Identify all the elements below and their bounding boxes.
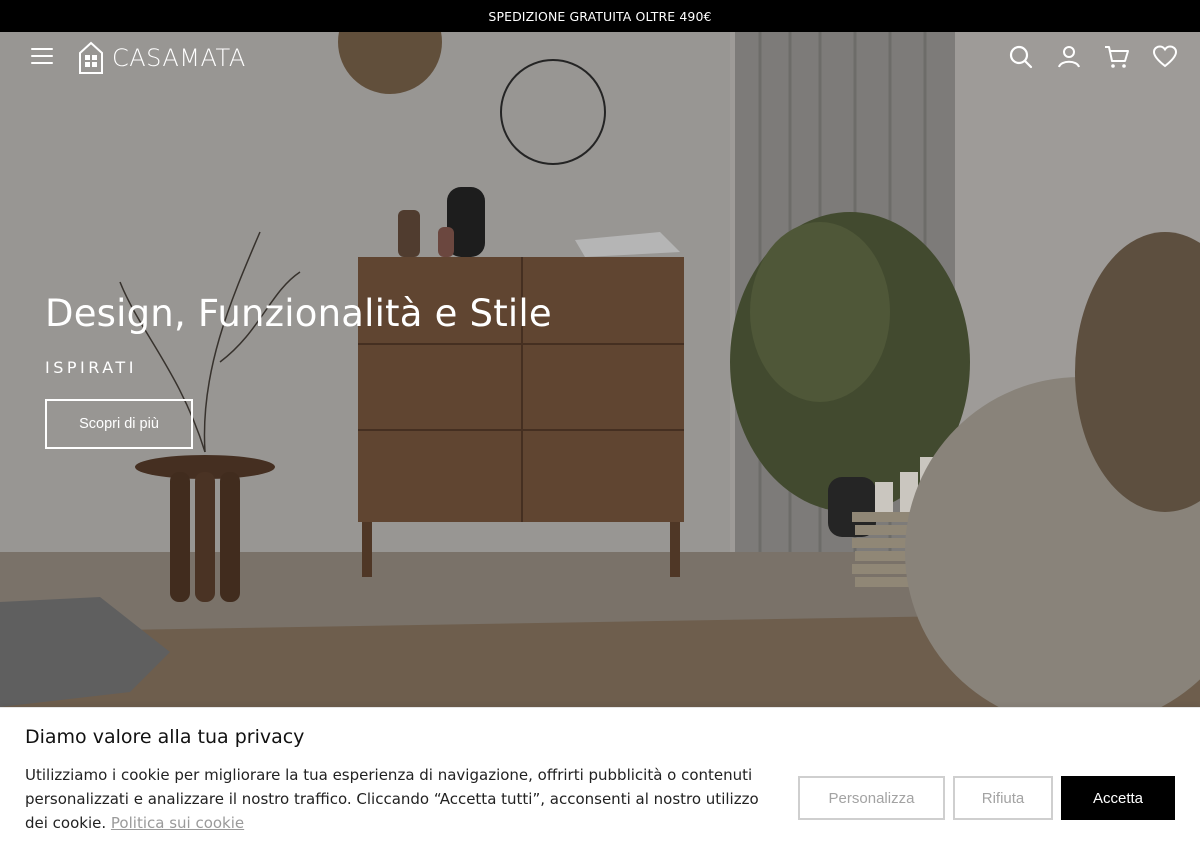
discover-more-button[interactable]: Scopri di più bbox=[45, 399, 193, 449]
user-icon[interactable] bbox=[1056, 44, 1082, 70]
hero-title: Design, Funzionalità e Stile bbox=[45, 292, 552, 335]
customize-button[interactable]: Personalizza bbox=[798, 776, 945, 820]
cart-icon[interactable] bbox=[1104, 44, 1130, 70]
cookie-banner: Diamo valore alla tua privacy Utilizziam… bbox=[0, 707, 1200, 850]
hero-banner bbox=[0, 32, 1200, 707]
house-logo-icon bbox=[79, 41, 103, 74]
logo-text: CASAMATA bbox=[112, 44, 246, 72]
menu-icon[interactable] bbox=[31, 48, 53, 66]
hero-image bbox=[0, 32, 1200, 707]
cookie-policy-link[interactable]: Politica sui cookie bbox=[111, 814, 244, 832]
cookie-banner-text: Utilizziamo i cookie per migliorare la t… bbox=[25, 763, 765, 835]
site-header: CASAMATA bbox=[0, 32, 1200, 84]
hero-subtitle: ISPIRATI bbox=[45, 358, 137, 377]
heart-icon[interactable] bbox=[1152, 44, 1178, 70]
search-icon[interactable] bbox=[1008, 44, 1034, 70]
reject-button[interactable]: Rifiuta bbox=[953, 776, 1053, 820]
shipping-banner-text: SPEDIZIONE GRATUITA OLTRE 490€ bbox=[488, 8, 712, 24]
cookie-banner-title: Diamo valore alla tua privacy bbox=[25, 726, 305, 748]
accept-button[interactable]: Accetta bbox=[1061, 776, 1175, 820]
logo[interactable]: CASAMATA bbox=[78, 41, 246, 75]
shipping-banner: SPEDIZIONE GRATUITA OLTRE 490€ bbox=[0, 0, 1200, 32]
